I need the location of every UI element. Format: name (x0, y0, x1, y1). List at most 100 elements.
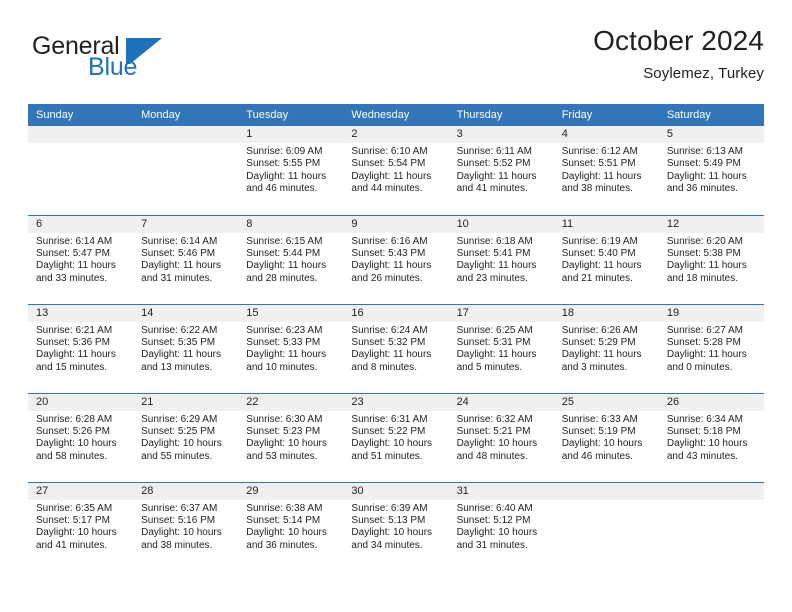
daylight-duration-line2: and 10 minutes. (246, 361, 318, 373)
calendar-day-cell[interactable]: 19 Sunrise: 6:27 AM Sunset: 5:28 PM Dayligh… (658, 303, 764, 393)
sunset-time: Sunset: 5:52 PM (456, 158, 531, 170)
weekday-header-friday: Friday (553, 104, 659, 126)
calendar-body: 1 Sunrise: 6:09 AM Sunset: 5:55 PM Daylight… (28, 126, 764, 571)
daylight-duration-line1: Daylight: 11 hours (246, 260, 327, 272)
day-details: Sunrise: 6:39 AM Sunset: 5:13 PM Daylight:… (343, 500, 448, 553)
calendar-day-cell[interactable]: 26 Sunrise: 6:34 AM Sunset: 5:18 PM Dayligh… (658, 392, 764, 482)
sunrise-time: Sunrise: 6:38 AM (246, 502, 323, 514)
day-number: 23 (343, 393, 449, 411)
day-details (554, 500, 659, 503)
daylight-duration-line1: Daylight: 11 hours (561, 260, 642, 272)
calendar-day-cell[interactable]: 5 Sunrise: 6:13 AM Sunset: 5:49 PM Daylight… (658, 126, 764, 215)
calendar-day-cell[interactable]: 8 Sunrise: 6:15 AM Sunset: 5:44 PM Daylight… (238, 214, 344, 304)
calendar-day-cell[interactable]: 24 Sunrise: 6:32 AM Sunset: 5:21 PM Dayligh… (448, 392, 554, 482)
daylight-duration-line2: and 8 minutes. (351, 361, 418, 373)
day-details: Sunrise: 6:11 AM Sunset: 5:52 PM Daylight:… (449, 143, 554, 196)
daylight-duration-line1: Daylight: 11 hours (36, 260, 116, 272)
day-number: 14 (133, 304, 239, 322)
calendar-day-cell-empty (553, 481, 659, 571)
sunrise-time: Sunrise: 6:32 AM (456, 413, 533, 425)
calendar-day-cell[interactable]: 14 Sunrise: 6:22 AM Sunset: 5:35 PM Dayligh… (133, 303, 239, 393)
calendar-day-cell[interactable]: 16 Sunrise: 6:24 AM Sunset: 5:32 PM Dayligh… (343, 303, 449, 393)
sunrise-time: Sunrise: 6:09 AM (246, 146, 323, 157)
calendar-day-cell[interactable]: 6 Sunrise: 6:14 AM Sunset: 5:47 PM Daylight… (28, 214, 134, 304)
calendar-day-cell[interactable]: 23 Sunrise: 6:31 AM Sunset: 5:22 PM Dayligh… (343, 392, 449, 482)
daylight-duration-line1: Daylight: 10 hours (141, 527, 222, 539)
calendar-day-cell[interactable]: 11 Sunrise: 6:19 AM Sunset: 5:40 PM Dayligh… (553, 214, 659, 304)
day-number: 27 (28, 482, 134, 500)
day-number: 30 (343, 482, 449, 500)
daylight-duration-line2: and 21 minutes. (561, 272, 633, 284)
daylight-duration-line2: and 36 minutes. (666, 183, 739, 195)
calendar-week-row: 13 Sunrise: 6:21 AM Sunset: 5:36 PM Dayligh… (28, 303, 764, 393)
day-number: 9 (343, 215, 449, 233)
calendar-day-cell[interactable]: 7 Sunrise: 6:14 AM Sunset: 5:46 PM Daylight… (133, 214, 239, 304)
daylight-duration-line1: Daylight: 11 hours (456, 170, 537, 182)
day-number: 17 (448, 304, 554, 322)
calendar-day-cell[interactable]: 13 Sunrise: 6:21 AM Sunset: 5:36 PM Dayligh… (28, 303, 134, 393)
calendar-day-cell[interactable]: 1 Sunrise: 6:09 AM Sunset: 5:55 PM Daylight… (238, 126, 344, 215)
calendar-day-cell[interactable]: 12 Sunrise: 6:20 AM Sunset: 5:38 PM Dayligh… (658, 214, 764, 304)
calendar-day-cell[interactable]: 9 Sunrise: 6:16 AM Sunset: 5:43 PM Daylight… (343, 214, 449, 304)
calendar-day-cell[interactable]: 20 Sunrise: 6:28 AM Sunset: 5:26 PM Dayligh… (28, 392, 134, 482)
day-number: 5 (658, 126, 764, 143)
day-details: Sunrise: 6:28 AM Sunset: 5:26 PM Daylight:… (28, 411, 133, 464)
day-number: 6 (28, 215, 134, 233)
sunrise-time: Sunrise: 6:37 AM (141, 502, 218, 514)
logo-text-blue: Blue (88, 53, 138, 81)
sunrise-time: Sunrise: 6:16 AM (351, 235, 428, 247)
page-title: October 2024 (593, 25, 764, 56)
sunset-time: Sunset: 5:41 PM (456, 247, 531, 259)
sunset-time: Sunset: 5:38 PM (666, 247, 741, 259)
day-number (658, 482, 764, 500)
calendar-day-cell[interactable]: 21 Sunrise: 6:29 AM Sunset: 5:25 PM Dayligh… (133, 392, 239, 482)
daylight-duration-line2: and 44 minutes. (351, 183, 423, 195)
calendar-day-cell[interactable]: 10 Sunrise: 6:18 AM Sunset: 5:41 PM Dayligh… (448, 214, 554, 304)
sunset-time: Sunset: 5:49 PM (666, 158, 741, 170)
sunrise-time: Sunrise: 6:28 AM (36, 413, 113, 425)
calendar-header-row: Sunday Monday Tuesday Wednesday Thursday… (28, 104, 764, 126)
daylight-duration-line2: and 43 minutes. (666, 450, 739, 462)
sunrise-time: Sunrise: 6:31 AM (351, 413, 428, 425)
calendar-day-cell[interactable]: 27 Sunrise: 6:35 AM Sunset: 5:17 PM Dayligh… (28, 481, 134, 571)
sunset-time: Sunset: 5:43 PM (351, 247, 426, 259)
day-details: Sunrise: 6:34 AM Sunset: 5:18 PM Daylight:… (659, 411, 764, 464)
sunrise-time: Sunrise: 6:15 AM (246, 235, 323, 247)
day-details: Sunrise: 6:13 AM Sunset: 5:49 PM Daylight:… (659, 143, 764, 196)
day-number: 18 (553, 304, 659, 322)
day-details: Sunrise: 6:25 AM Sunset: 5:31 PM Daylight:… (449, 322, 554, 375)
calendar-day-cell[interactable]: 17 Sunrise: 6:25 AM Sunset: 5:31 PM Dayligh… (448, 303, 554, 393)
sunrise-time: Sunrise: 6:26 AM (561, 324, 638, 336)
day-details: Sunrise: 6:19 AM Sunset: 5:40 PM Daylight:… (554, 233, 659, 286)
calendar-day-cell-empty (28, 126, 134, 215)
calendar-day-cell[interactable]: 15 Sunrise: 6:23 AM Sunset: 5:33 PM Dayligh… (238, 303, 344, 393)
day-number: 8 (238, 215, 344, 233)
daylight-duration-line1: Daylight: 11 hours (666, 349, 747, 361)
calendar-day-cell[interactable]: 31 Sunrise: 6:40 AM Sunset: 5:12 PM Dayligh… (448, 481, 554, 571)
calendar-day-cell[interactable]: 2 Sunrise: 6:10 AM Sunset: 5:54 PM Daylight… (343, 126, 449, 215)
weekday-header-tuesday: Tuesday (238, 104, 344, 126)
day-details: Sunrise: 6:33 AM Sunset: 5:19 PM Daylight:… (554, 411, 659, 464)
calendar-day-cell[interactable]: 3 Sunrise: 6:11 AM Sunset: 5:52 PM Daylight… (448, 126, 554, 215)
calendar-day-cell[interactable]: 28 Sunrise: 6:37 AM Sunset: 5:16 PM Dayligh… (133, 481, 239, 571)
daylight-duration-line1: Daylight: 10 hours (141, 438, 222, 450)
day-number: 20 (28, 393, 134, 411)
daylight-duration-line2: and 51 minutes. (351, 450, 423, 462)
daylight-duration-line1: Daylight: 10 hours (246, 438, 327, 450)
sunset-time: Sunset: 5:35 PM (141, 336, 216, 348)
weekday-header-wednesday: Wednesday (343, 104, 449, 126)
calendar-day-cell[interactable]: 4 Sunrise: 6:12 AM Sunset: 5:51 PM Daylight… (553, 126, 659, 215)
calendar-day-cell[interactable]: 29 Sunrise: 6:38 AM Sunset: 5:14 PM Dayligh… (238, 481, 344, 571)
sunrise-time: Sunrise: 6:30 AM (246, 413, 323, 425)
general-blue-logo[interactable]: General Blue (28, 32, 248, 90)
calendar-day-cell[interactable]: 18 Sunrise: 6:26 AM Sunset: 5:29 PM Dayligh… (553, 303, 659, 393)
sunrise-time: Sunrise: 6:29 AM (141, 413, 218, 425)
sunset-time: Sunset: 5:21 PM (456, 425, 531, 437)
day-number: 19 (658, 304, 764, 322)
calendar-day-cell[interactable]: 25 Sunrise: 6:33 AM Sunset: 5:19 PM Dayligh… (553, 392, 659, 482)
daylight-duration-line2: and 58 minutes. (36, 450, 108, 462)
daylight-duration-line1: Daylight: 11 hours (246, 170, 327, 182)
calendar-day-cell[interactable]: 30 Sunrise: 6:39 AM Sunset: 5:13 PM Dayligh… (343, 481, 449, 571)
calendar-day-cell[interactable]: 22 Sunrise: 6:30 AM Sunset: 5:23 PM Dayligh… (238, 392, 344, 482)
day-details: Sunrise: 6:12 AM Sunset: 5:51 PM Daylight:… (554, 143, 659, 196)
